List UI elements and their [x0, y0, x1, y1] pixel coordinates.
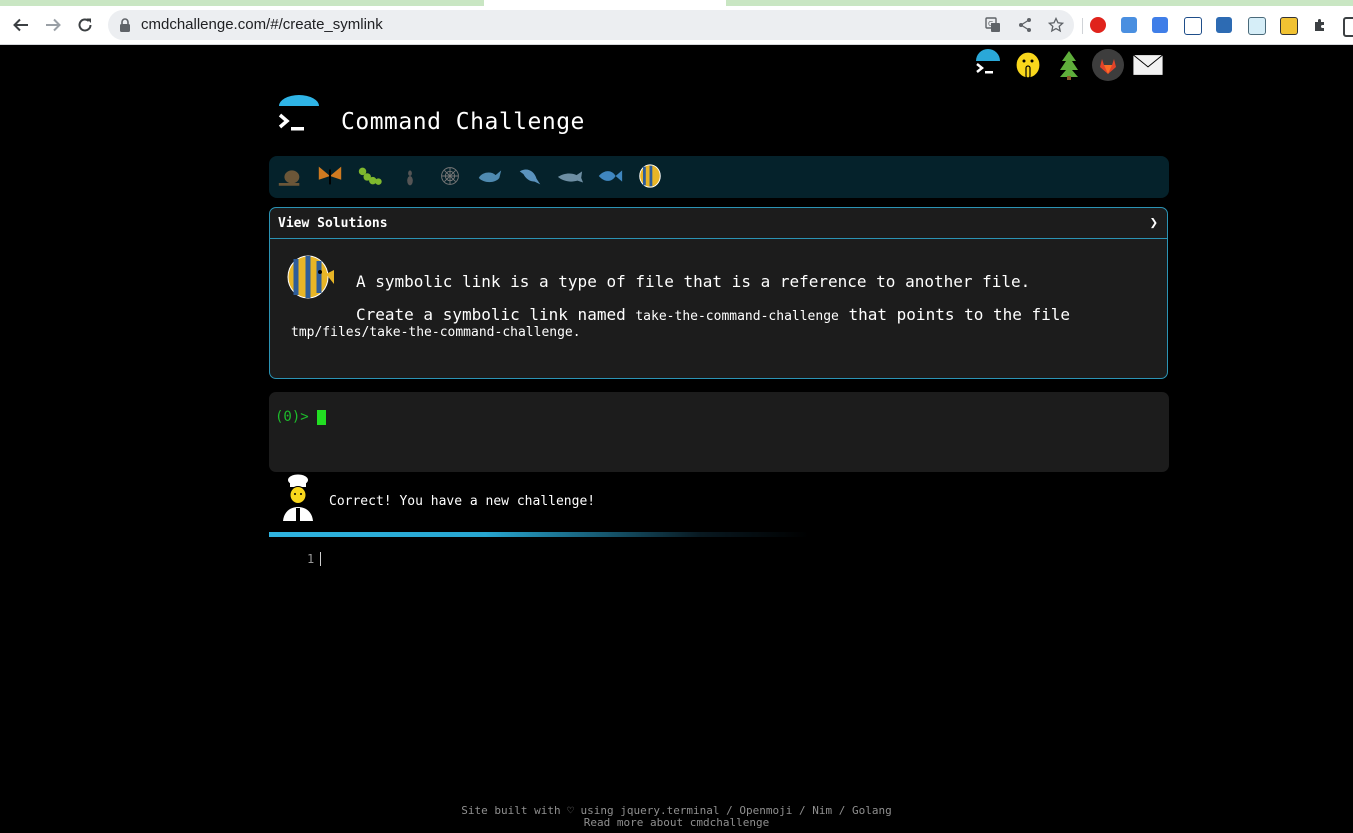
terminal-logo-icon	[976, 49, 1000, 74]
translate-icon[interactable]: G	[985, 17, 1001, 33]
terminal-input[interactable]: (0)>	[269, 392, 1169, 472]
read-more-link[interactable]: Read more about cmdchallenge	[0, 817, 1353, 829]
editor-line-number: 1	[307, 552, 315, 566]
butterfly-shape-icon	[318, 166, 342, 185]
challenge-card: View Solutions ❯ A symbolic link is a ty…	[269, 207, 1168, 379]
reload-icon	[78, 18, 92, 32]
terminal-prompt: (0)>	[275, 409, 309, 425]
puzzle-shape-icon	[1315, 19, 1324, 31]
ant-icon[interactable]	[395, 161, 425, 191]
target-path-code: tmp/files/take-the-command-challenge	[291, 325, 573, 340]
dolphin-icon[interactable]	[515, 161, 545, 191]
level-bar	[269, 156, 1169, 198]
whale-icon[interactable]	[475, 161, 505, 191]
snail-shape-icon	[278, 170, 300, 186]
box-icon[interactable]	[1216, 17, 1232, 33]
footer: Site built with ♡ using jquery.terminal …	[0, 805, 1353, 829]
url-text: cmdchallenge.com/#/create_symlink	[141, 16, 383, 33]
shark-icon[interactable]	[555, 161, 585, 191]
window-icon[interactable]	[1121, 17, 1137, 33]
view-solutions-header[interactable]: View Solutions ❯	[270, 208, 1167, 239]
terminal-cursor	[317, 410, 326, 425]
site-logo-icon[interactable]	[277, 95, 321, 135]
tropical-fish-icon	[287, 255, 334, 299]
fish-shape-icon	[598, 170, 623, 182]
snail-icon[interactable]	[275, 161, 305, 191]
arrow-left-icon	[13, 18, 28, 32]
page-title: Command Challenge	[341, 109, 585, 135]
opera-icon[interactable]	[1090, 17, 1106, 33]
web-icon[interactable]	[435, 161, 465, 191]
feedback-message: Correct! You have a new challenge!	[329, 494, 596, 509]
tree-icon[interactable]	[1053, 48, 1085, 82]
ant-shape-icon	[407, 170, 413, 186]
shushing-face-icon[interactable]	[1012, 48, 1044, 82]
spider-web-icon	[441, 167, 459, 185]
chevron-right-icon[interactable]: ❯	[1150, 215, 1158, 231]
challenge-description: A symbolic link is a type of file that i…	[356, 272, 1031, 291]
shark-shape-icon	[557, 171, 584, 183]
lock-icon	[120, 18, 130, 32]
puzzle-icon[interactable]	[1312, 17, 1328, 33]
envelope-icon[interactable]	[1132, 48, 1164, 82]
eyedropper-icon[interactable]	[1248, 17, 1266, 35]
whale-shape-icon	[478, 170, 502, 183]
sidebar-icon[interactable]	[1343, 17, 1353, 37]
period: .	[572, 325, 581, 340]
tropical-fish-shape-icon	[639, 164, 661, 188]
svg-text:G: G	[988, 20, 993, 28]
fish-icon[interactable]	[595, 161, 625, 191]
gitlab-logo-icon	[1092, 49, 1124, 81]
chef-icon	[283, 474, 313, 521]
toolbar-separator	[1082, 18, 1083, 34]
address-bar[interactable]: cmdchallenge.com/#/create_symlink G	[108, 10, 1074, 40]
dolphin-shape-icon	[519, 169, 541, 185]
view-solutions-label: View Solutions	[278, 216, 388, 231]
link-name-code: take-the-command-challenge	[635, 309, 839, 324]
terminal-ext-icon[interactable]	[1280, 17, 1298, 35]
share-icon[interactable]	[1017, 17, 1033, 33]
progress-bar	[269, 532, 809, 537]
pine-tree-icon	[1060, 51, 1078, 80]
terminal-icon[interactable]	[972, 48, 1004, 82]
arrow-right-icon	[46, 18, 61, 32]
reload-button[interactable]	[74, 14, 96, 36]
back-button[interactable]	[10, 14, 32, 36]
target-path-line: tmp/files/take-the-command-challenge.	[291, 325, 581, 340]
instruction-suffix: that points to the file	[848, 305, 1071, 324]
tropical-fish-icon[interactable]	[635, 161, 665, 191]
butterfly-icon[interactable]	[315, 161, 345, 191]
challenge-instruction: Create a symbolic link named take-the-co…	[356, 305, 1070, 324]
editor-caret[interactable]	[320, 552, 321, 566]
gitlab-icon[interactable]	[1092, 48, 1124, 82]
bookmark-star-icon[interactable]	[1048, 17, 1064, 33]
forward-button[interactable]	[42, 14, 64, 36]
face-icon	[1015, 51, 1041, 79]
mail-icon	[1132, 54, 1164, 76]
instruction-prefix: Create a symbolic link named	[356, 305, 626, 324]
caterpillar-icon[interactable]	[355, 161, 385, 191]
caterpillar-shape-icon	[358, 167, 382, 185]
languagetool-icon[interactable]	[1184, 17, 1202, 35]
browser-toolbar: cmdchallenge.com/#/create_symlink G	[0, 6, 1353, 45]
translate-ext-icon[interactable]	[1152, 17, 1168, 33]
